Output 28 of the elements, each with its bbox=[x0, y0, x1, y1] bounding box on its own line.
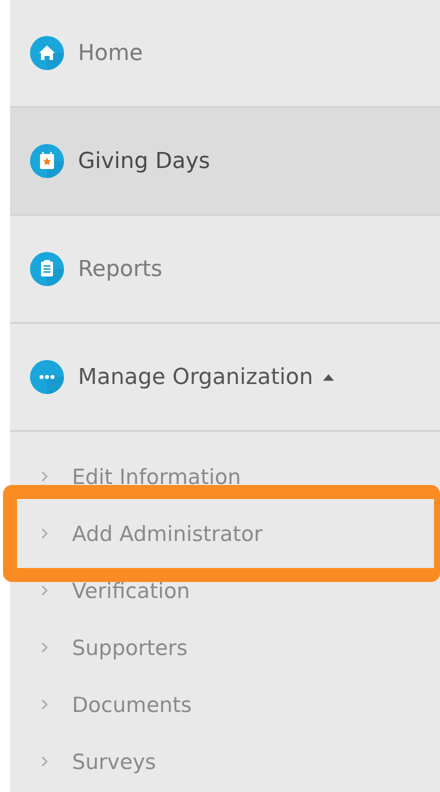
sidebar-item-label: Giving Days bbox=[78, 148, 210, 174]
submenu-item-label: Supporters bbox=[72, 636, 188, 660]
chevron-right-icon bbox=[41, 585, 48, 596]
sidebar-item[interactable]: Giving Days bbox=[10, 108, 440, 216]
chevron-right-icon bbox=[41, 528, 48, 539]
chevron-right-icon bbox=[41, 642, 48, 653]
submenu-item-label: Edit Information bbox=[72, 464, 241, 488]
submenu-item[interactable]: Edit Information bbox=[10, 448, 440, 505]
submenu-item-label: Surveys bbox=[72, 750, 156, 774]
submenu-item-label: Add Administrator bbox=[72, 522, 262, 546]
submenu-item-label: Verification bbox=[72, 578, 190, 602]
submenu-item[interactable]: Add Administrator bbox=[10, 505, 440, 562]
submenu-item[interactable]: Surveys bbox=[10, 733, 440, 790]
chevron-right-icon bbox=[41, 699, 48, 710]
submenu-item-label: Documents bbox=[72, 692, 192, 716]
clipboard-icon bbox=[30, 252, 64, 286]
chevron-right-icon bbox=[41, 471, 48, 482]
house-icon bbox=[30, 36, 64, 70]
chevron-right-icon bbox=[41, 756, 48, 767]
sidebar-item-label: Home bbox=[78, 40, 143, 66]
sidebar-item-label: Manage Organization bbox=[78, 364, 314, 390]
submenu-item[interactable]: Supporters bbox=[10, 619, 440, 676]
submenu-item[interactable]: Verification bbox=[10, 562, 440, 619]
sidebar-item[interactable]: Reports bbox=[10, 216, 440, 324]
sidebar-item-label: Reports bbox=[78, 256, 162, 282]
sidebar-item[interactable]: Manage Organization bbox=[10, 324, 440, 432]
submenu-item[interactable]: Documents bbox=[10, 676, 440, 733]
more-icon bbox=[30, 360, 64, 394]
